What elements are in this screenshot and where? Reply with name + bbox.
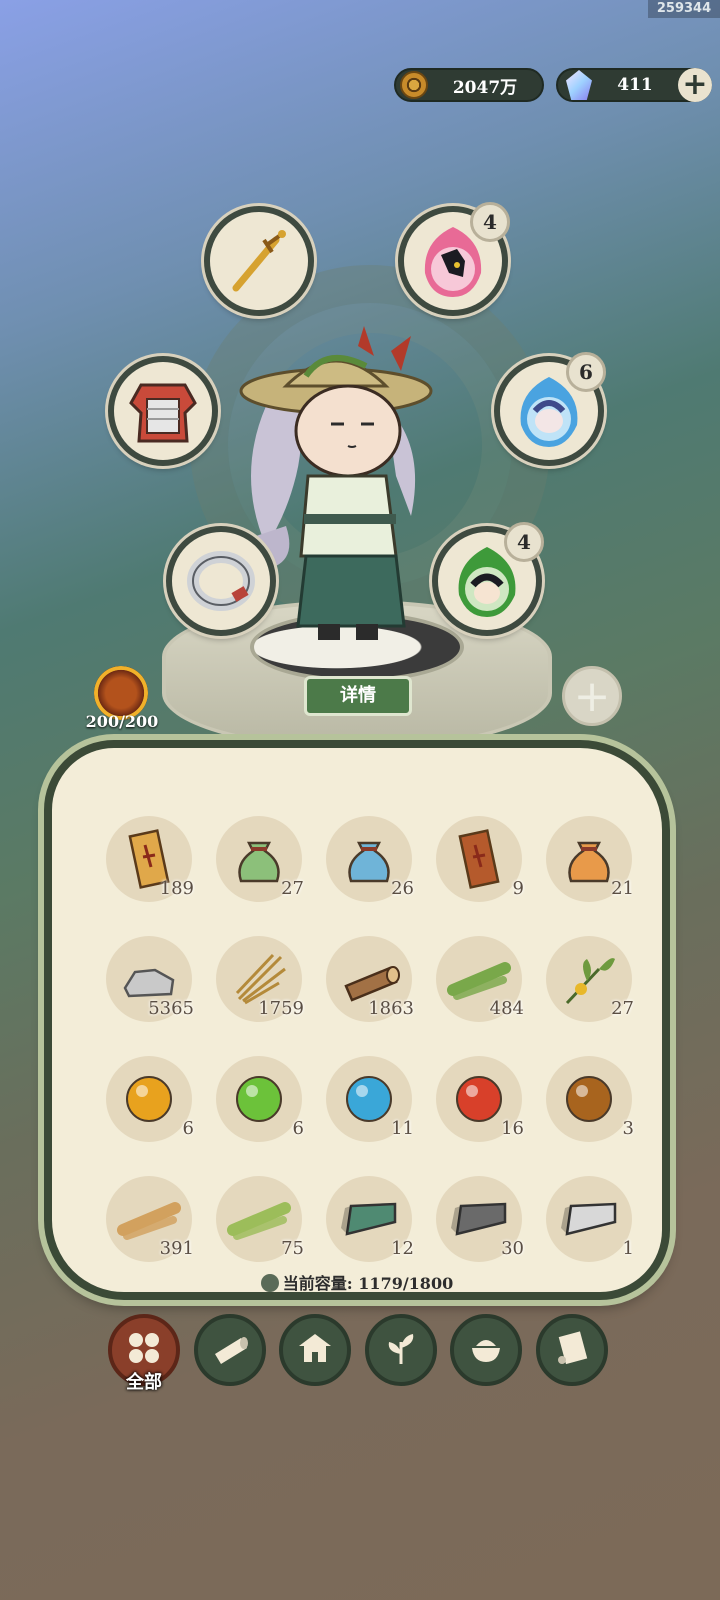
weapon-slot[interactable] bbox=[204, 206, 314, 316]
tag-talisman-icon bbox=[444, 824, 514, 894]
inventory-item[interactable]: 3 bbox=[538, 1048, 638, 1148]
inventory-panel: 189 27 26 9 21 5365 1759 1863 484 27 6 6 11 16 3 391 75 1… bbox=[44, 740, 670, 1300]
inventory-row: 189 27 26 9 21 bbox=[98, 808, 638, 928]
gold-orb-icon bbox=[114, 1064, 184, 1134]
item-quantity: 16 bbox=[501, 1118, 524, 1139]
tab-scroll[interactable] bbox=[535, 1314, 608, 1386]
armor-slot[interactable] bbox=[108, 356, 218, 466]
sword-icon bbox=[232, 230, 286, 292]
tab-all[interactable]: 全部 bbox=[108, 1314, 180, 1393]
inventory-row: 6 6 11 16 3 bbox=[98, 1048, 638, 1168]
inventory-item[interactable]: 26 bbox=[318, 808, 418, 908]
item-quantity: 26 bbox=[391, 878, 414, 899]
build-id: 259344 bbox=[648, 0, 720, 18]
coin-amount: 2047万 bbox=[452, 77, 518, 98]
gem-amount: 411 bbox=[617, 75, 653, 95]
capacity-label: 当前容量: bbox=[282, 1274, 353, 1293]
ring-icon bbox=[187, 551, 255, 611]
inventory-item[interactable]: 30 bbox=[428, 1168, 528, 1268]
inventory-item[interactable]: 6 bbox=[98, 1048, 198, 1148]
tab-food[interactable] bbox=[450, 1314, 523, 1386]
add-gems-button[interactable]: + bbox=[678, 68, 712, 102]
item-quantity: 189 bbox=[159, 878, 194, 899]
inventory-item[interactable]: 391 bbox=[98, 1168, 198, 1268]
item-quantity: 1 bbox=[622, 1238, 634, 1259]
green-orb-icon bbox=[224, 1064, 294, 1134]
pet-slot-2[interactable]: 6 bbox=[494, 352, 606, 466]
inventory-item[interactable]: 1759 bbox=[208, 928, 308, 1028]
item-quantity: 391 bbox=[159, 1238, 194, 1259]
tab-label: 全部 bbox=[126, 1372, 162, 1393]
inventory-item[interactable]: 27 bbox=[208, 808, 308, 908]
grid-dots-icon bbox=[124, 1328, 164, 1372]
crystal-icon bbox=[566, 70, 592, 100]
add-slot-button[interactable]: + bbox=[562, 666, 622, 726]
tab-wood[interactable] bbox=[193, 1314, 266, 1386]
inventory-item[interactable]: 6 bbox=[208, 1048, 308, 1148]
silver-ingot-icon bbox=[554, 1184, 624, 1254]
bowl-icon bbox=[466, 1328, 506, 1372]
category-tabs: 全部 bbox=[108, 1314, 608, 1393]
earth-orb-icon bbox=[554, 1064, 624, 1134]
item-quantity: 11 bbox=[391, 1118, 414, 1139]
coin-counter: 2047万 bbox=[394, 68, 544, 102]
log-icon bbox=[209, 1330, 251, 1370]
details-button[interactable]: 详情 bbox=[304, 676, 412, 716]
inventory-item[interactable]: 75 bbox=[208, 1168, 308, 1268]
item-quantity: 5365 bbox=[148, 998, 194, 1019]
item-quantity: 1759 bbox=[258, 998, 304, 1019]
inventory-item[interactable]: 27 bbox=[538, 928, 638, 1028]
inventory-item[interactable]: 189 bbox=[98, 808, 198, 908]
house-icon bbox=[295, 1328, 335, 1372]
item-quantity: 9 bbox=[512, 878, 524, 899]
inventory-item[interactable]: 1 bbox=[538, 1168, 638, 1268]
item-quantity: 6 bbox=[292, 1118, 304, 1139]
item-quantity: 75 bbox=[281, 1238, 304, 1259]
item-quantity: 3 bbox=[622, 1118, 634, 1139]
inventory-item[interactable]: 12 bbox=[318, 1168, 418, 1268]
item-quantity: 6 bbox=[182, 1118, 194, 1139]
pet-slot-1[interactable]: 4 bbox=[398, 202, 510, 316]
armor-icon bbox=[129, 383, 197, 443]
capacity-value: 1179/1800 bbox=[358, 1274, 454, 1293]
item-quantity: 27 bbox=[611, 998, 634, 1019]
inventory-grid: 189 27 26 9 21 5365 1759 1863 484 27 6 6 11 16 3 391 75 1… bbox=[98, 808, 638, 1288]
scroll-icon bbox=[552, 1328, 592, 1372]
capacity-display: 当前容量: 1179/1800 bbox=[52, 1270, 662, 1294]
item-quantity: 27 bbox=[281, 878, 304, 899]
item-quantity: 1863 bbox=[368, 998, 414, 1019]
gem-counter: 411 + bbox=[556, 68, 712, 102]
pet-slot-3[interactable]: 4 bbox=[432, 522, 544, 636]
capacity-icon bbox=[260, 1274, 279, 1292]
inventory-item[interactable]: 11 bbox=[318, 1048, 418, 1148]
item-quantity: 30 bbox=[501, 1238, 524, 1259]
inventory-row: 5365 1759 1863 484 27 bbox=[98, 928, 638, 1048]
leaf-icon bbox=[381, 1328, 421, 1372]
inventory-item[interactable]: 9 bbox=[428, 808, 528, 908]
tab-building[interactable] bbox=[279, 1314, 352, 1386]
inventory-item[interactable]: 5365 bbox=[98, 928, 198, 1028]
inventory-item[interactable]: 1863 bbox=[318, 928, 418, 1028]
item-quantity: 12 bbox=[391, 1238, 414, 1259]
tab-herb[interactable] bbox=[364, 1314, 437, 1386]
ring-slot[interactable] bbox=[166, 526, 276, 636]
pet-slot-3-level: 4 bbox=[504, 522, 544, 562]
pet-slot-2-level: 6 bbox=[566, 352, 606, 392]
stamina-value: 200/200 bbox=[85, 712, 159, 731]
inventory-item[interactable]: 484 bbox=[428, 928, 528, 1028]
inventory-item[interactable]: 16 bbox=[428, 1048, 528, 1148]
item-quantity: 21 bbox=[611, 878, 634, 899]
inventory-item[interactable]: 21 bbox=[538, 808, 638, 908]
coin-icon bbox=[400, 71, 428, 99]
item-quantity: 484 bbox=[489, 998, 524, 1019]
pet-slot-1-level: 4 bbox=[470, 202, 510, 242]
